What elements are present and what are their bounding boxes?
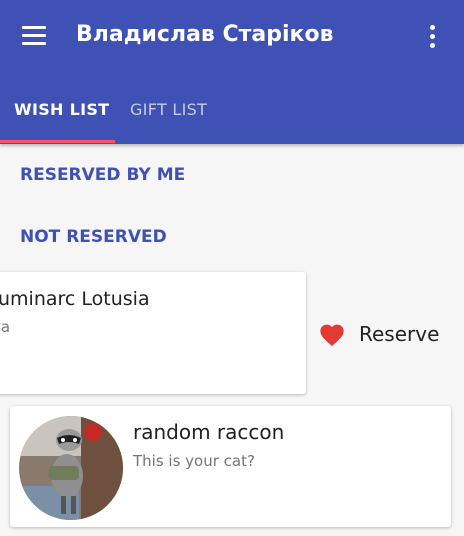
heart-icon [320,324,344,347]
tab-wish-list[interactable]: WISH LIST [14,100,109,119]
more-vert-icon[interactable] [425,25,439,49]
tab-gift-list[interactable]: GIFT LIST [130,100,207,119]
filter-not-reserved[interactable]: NOT RESERVED [20,227,167,247]
wish-subtitle: This is your cat? [133,452,255,470]
wish-title: random raccon [133,420,285,444]
tab-bar: WISH LIST GIFT LIST [0,72,464,144]
wish-card[interactable]: random raccon This is your cat? [10,406,451,527]
active-tab-indicator [0,140,115,143]
wish-card[interactable]: uminarc Lotusia ya [0,272,306,394]
menu-icon[interactable] [22,26,48,46]
wish-subtitle: ya [0,318,11,336]
raccoon-avatar [19,416,123,520]
app-title: Владислав Старіков [76,22,334,47]
filter-reserved-by-me[interactable]: RESERVED BY ME [20,165,185,185]
wish-title: uminarc Lotusia [0,288,150,310]
reserve-label: Reserve [359,322,440,346]
app-bar: Владислав Старіков [0,0,464,72]
